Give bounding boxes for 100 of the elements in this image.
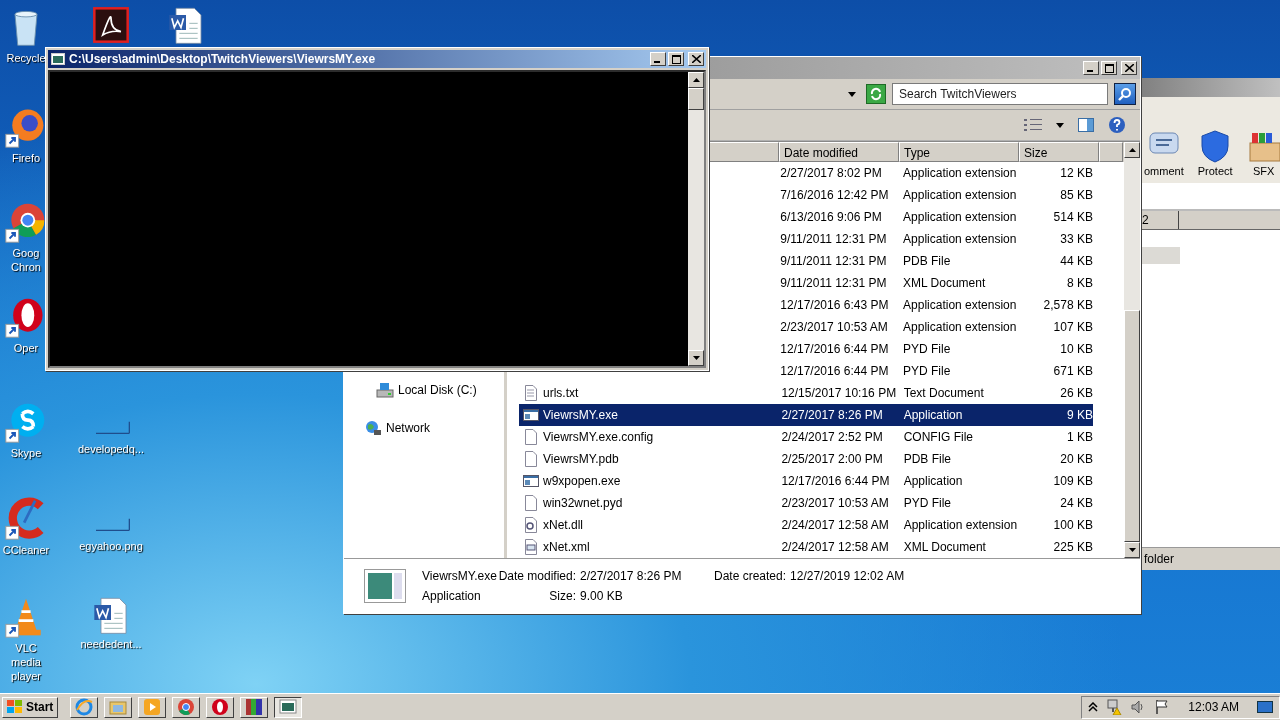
desktop-icon-label: Goog Chron [10,246,42,274]
file-row[interactable]: ViewrsMY.exe.config 2/24/2017 2:52 PM CONFIG File 1 KB [519,426,1093,448]
file-row[interactable]: 2/23/2017 10:53 AM Application extension 107 KB [713,316,1093,338]
navigation-item[interactable]: Local Disk (C:) [344,382,504,398]
selected-row[interactable] [1140,247,1180,264]
scroll-down-arrow-icon [692,356,700,360]
maximize-button[interactable] [668,52,684,66]
search-field[interactable]: Search TwitchViewers [892,83,1108,105]
help-icon[interactable] [1108,116,1126,134]
desktop-icon-label: Skype [9,446,43,460]
property-value: 9.00 KB [580,589,623,603]
file-row[interactable]: 9/11/2011 12:31 PM XML Document 8 KB [713,272,1093,294]
file-row[interactable]: ViewrsMY.pdb 2/25/2017 2:00 PM PDB File 20 KB [519,448,1093,470]
ie-icon [75,698,94,716]
scroll-thumb[interactable] [688,88,704,110]
window-title: C:\Users\admin\Desktop\TwitchViewers\ViewrsMY.exe [69,52,377,66]
file-row[interactable]: 12/17/2016 6:43 PM Application extension 2,578 KB [713,294,1093,316]
file-row[interactable]: win32wnet.pyd 2/23/2017 10:53 AM PYD File 24 KB [519,492,1093,514]
disk-drive-icon [376,382,394,398]
file-row[interactable]: xNet.xml 2/24/2017 12:58 AM XML Document 225 KB [519,536,1093,558]
minimize-button[interactable] [1083,61,1099,75]
network-icon[interactable] [1106,699,1123,715]
file-row[interactable]: 12/17/2016 6:44 PM PYD File 10 KB [713,338,1093,360]
network-globe-icon [364,420,382,436]
taskbar-button[interactable] [240,696,269,718]
file-row[interactable]: 9/11/2011 12:31 PM Application extension 33 KB [713,228,1093,250]
close-icon [1124,64,1134,72]
property-label: Date created: [714,569,787,583]
taskbar-button[interactable] [70,696,99,718]
scrollbar[interactable] [1124,142,1140,558]
scroll-thumb[interactable] [1124,310,1140,542]
gear-file-icon [523,517,539,533]
search-icon [1118,87,1132,101]
console-icon [279,698,298,716]
chrome-icon [177,698,196,716]
maximize-icon [1104,63,1114,73]
desktop-icon-label: VLC media player [10,641,42,683]
column-header[interactable] [1099,142,1123,162]
toolbar-button[interactable]: SFX [1246,129,1280,177]
taskbar-button[interactable] [206,696,235,718]
property-value: 2/27/2017 8:26 PM [580,569,682,583]
column-header[interactable]: Size [1019,142,1099,162]
dropdown-arrow-icon[interactable] [1056,122,1064,128]
file-type: Application [422,589,482,603]
flag-icon[interactable] [1154,699,1171,715]
refresh-arrows-icon [869,87,883,101]
status-text: folder [1144,552,1175,566]
toolbar-button[interactable]: omment [1144,129,1184,177]
file-row[interactable]: xNet.dll 2/24/2017 12:58 AM Application extension 100 KB [519,514,1093,536]
file-row[interactable]: 9/11/2011 12:31 PM PDB File 44 KB [713,250,1093,272]
file-row[interactable]: 7/16/2016 12:42 PM Application extension 85 KB [713,184,1093,206]
details-view-icon[interactable] [1024,119,1042,131]
desktop-icon-label: developedq... [77,442,145,456]
file-row[interactable]: urls.txt 12/15/2017 10:16 PM Text Document 26 KB [519,382,1093,404]
maximize-icon [671,54,681,64]
folder-icon [109,698,128,716]
search-button[interactable] [1114,83,1136,105]
desktop-icon-label: egyahoo.png [79,539,143,553]
clock[interactable]: 12:03 AM [1188,700,1239,714]
active-taskbar-button[interactable] [274,696,303,718]
navigation-item[interactable]: Network [344,420,504,436]
taskbar-button[interactable] [104,696,133,718]
scroll-down-arrow-icon [1128,548,1136,552]
console-icon [51,53,65,65]
property-label: Size: [548,589,576,603]
show-desktop-icon[interactable] [1257,700,1273,714]
file-name: ViewrsMY.exe [422,569,498,583]
property-value: 12/27/2019 12:02 AM [790,569,905,583]
text-file-icon [523,385,539,401]
scroll-up-arrow-icon [1128,148,1136,152]
taskbar-button[interactable] [172,696,201,718]
desktop-icon-label: Oper [12,341,40,355]
refresh-button[interactable] [866,84,886,104]
file-row[interactable]: 2/27/2017 8:02 PM Application extension 12 KB [713,162,1093,184]
close-button[interactable] [1121,61,1137,75]
scroll-up-arrow-icon [692,78,700,82]
minimize-button[interactable] [650,52,666,66]
desktop-icon-label: neededent... [80,637,142,651]
opera-icon [211,698,230,716]
start-button[interactable]: Start [2,696,59,718]
chevron-up-icon[interactable] [1088,702,1099,712]
close-button[interactable] [688,52,704,66]
file-row[interactable]: w9xpopen.exe 12/17/2016 6:44 PM Application 109 KB [519,470,1093,492]
play-icon [143,698,162,716]
column-header[interactable]: Type [899,142,1019,162]
toolbar-button[interactable]: Protect [1197,129,1233,177]
selected-file-row[interactable]: ViewrsMY.exe 2/27/2017 8:26 PM Application 9 KB [519,404,1093,426]
xml-file-icon [523,539,539,555]
preview-pane-icon[interactable] [1078,118,1094,132]
desktop-icon-label: Recycle [5,51,47,65]
taskbar-button[interactable] [138,696,167,718]
path-field[interactable] [1140,183,1280,211]
file-row[interactable]: 6/13/2016 9:06 PM Application extension 514 KB [713,206,1093,228]
maximize-button[interactable] [1101,61,1117,75]
file-row[interactable]: 12/17/2016 6:44 PM PYD File 671 KB [713,360,1093,382]
close-icon [691,55,701,63]
desktop-icon-label: Firefo [10,151,42,165]
column-header[interactable]: Date modified [779,142,899,162]
desktop-icon-label: CCleaner [1,543,51,557]
scrollbar[interactable] [688,72,704,366]
